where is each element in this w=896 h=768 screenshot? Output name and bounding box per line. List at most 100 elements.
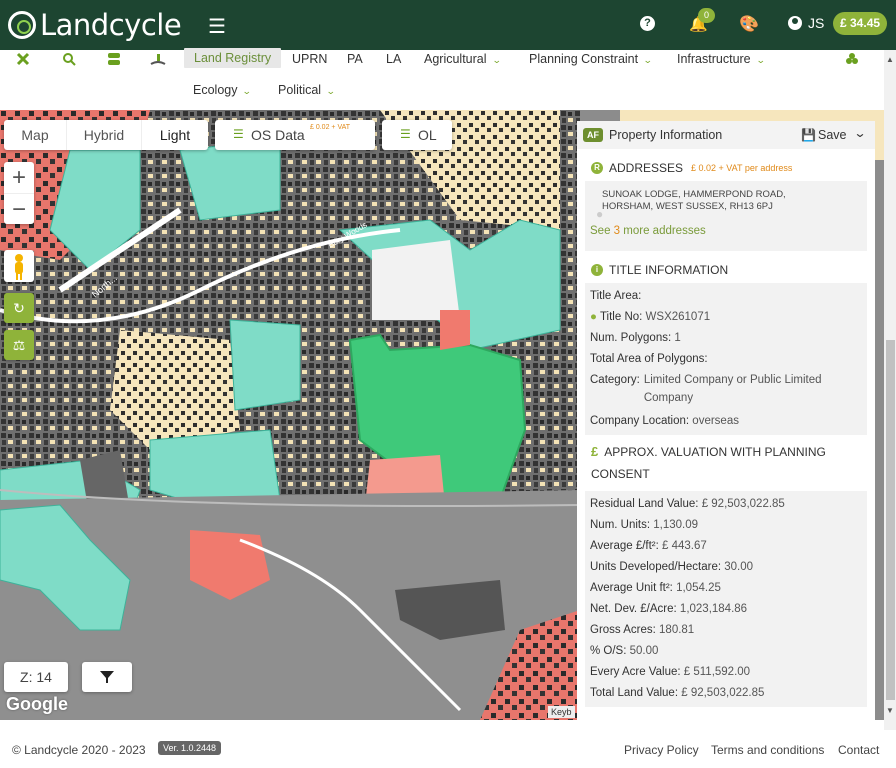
map-type-light[interactable]: Light (141, 120, 208, 150)
field-label: Category: (590, 374, 640, 386)
ol-button[interactable]: ☰ OL (382, 120, 452, 150)
nav-agricultural[interactable]: Agricultural ⌄ (424, 52, 502, 66)
polygons-value: 1 (674, 332, 681, 344)
field-value: £ 92,503,022.85 (701, 498, 785, 510)
contact-link[interactable]: Contact (838, 743, 879, 757)
valuation-heading: £ APPROX. VALUATION WITH PLANNING CONSENT (585, 437, 867, 491)
scrollbar-thumb[interactable] (886, 340, 895, 700)
scroll-down-icon[interactable]: ▼ (886, 706, 894, 715)
map-type-hybrid[interactable]: Hybrid (66, 120, 141, 150)
tools-icon[interactable] (16, 52, 30, 66)
section-title: ADDRESSES (609, 161, 684, 175)
address-icon: R (591, 162, 603, 174)
top-bar: Landcycle ☰ ? 🔔 0 🎨 JS £ 34.45 (0, 0, 896, 50)
valuation-row: Every Acre Value: £ 511,592.00 (585, 662, 867, 683)
nav-ecology[interactable]: Ecology ⌄ (193, 83, 253, 97)
os-data-button[interactable]: ☰ OS Data £ 0.02 + VAT (215, 120, 375, 150)
keyboard-shortcuts[interactable]: Keyb (548, 706, 575, 718)
tree-icon[interactable] (845, 52, 859, 66)
scroll-up-icon[interactable]: ▲ (886, 55, 894, 64)
logo[interactable]: Landcycle (8, 8, 182, 42)
filter-icon[interactable] (82, 662, 132, 692)
help-icon[interactable]: ? (640, 16, 655, 31)
nav-label: LA (386, 52, 402, 66)
nav-label: Infrastructure (677, 52, 751, 66)
search-icon[interactable] (62, 52, 76, 66)
field-label: Average £/ft²: (590, 540, 659, 552)
chevron-down-icon: ⌄ (755, 55, 766, 65)
title-info-block: Title Area: ● Title No: WSX261071 Num. P… (585, 283, 867, 435)
addresses-heading: R ADDRESSES £ 0.02 + VAT per address (585, 151, 867, 181)
terms-link[interactable]: Terms and conditions (711, 743, 824, 757)
app-name: Landcycle (40, 8, 182, 42)
user-initials: JS (808, 15, 825, 31)
category-value: Limited Company or Public Limited Compan… (643, 374, 822, 404)
map-type-map[interactable]: Map (4, 120, 66, 150)
location-value: overseas (692, 415, 739, 427)
valuation-row: % O/S: 50.00 (585, 641, 867, 662)
nav-land-registry[interactable]: Land Registry (184, 48, 282, 68)
map-type-selector: Map Hybrid Light (4, 120, 208, 150)
valuation-row: Num. Units: 1,130.09 (585, 515, 867, 536)
palette-icon[interactable]: 🎨 (739, 14, 759, 34)
field-value: 1,054.25 (676, 582, 721, 594)
nav-label: Planning Constraint (529, 52, 639, 66)
field-value: £ 443.67 (662, 540, 707, 552)
chevron-down-icon: ⌄ (491, 55, 502, 65)
chevron-down-icon: ⌄ (642, 55, 653, 65)
field-value: 180.81 (659, 624, 695, 636)
zoom-level: Z: 14 (4, 662, 68, 692)
credit-balance[interactable]: £ 34.45 (833, 12, 888, 35)
location-pin-icon: ● (596, 207, 604, 221)
more-addresses-link[interactable]: See 3 more addresses (590, 225, 862, 237)
title-info-heading: i TITLE INFORMATION (585, 253, 867, 283)
field-value: 1,023,184.86 (679, 603, 748, 615)
street-view-pegman-icon[interactable] (4, 250, 34, 282)
chevron-down-icon: ⌄ (242, 86, 253, 96)
nav-political[interactable]: Political ⌄ (278, 83, 336, 97)
panel-badge: AF (583, 128, 603, 142)
version-badge: Ver. 1.0.2448 (158, 741, 222, 755)
field-label: Total Area of Polygons: (590, 353, 708, 365)
field-label: Every Acre Value: (590, 666, 681, 678)
valuation-row: Residual Land Value: £ 92,503,022.85 (585, 494, 867, 515)
os-data-label: OS Data (251, 127, 305, 143)
nav-infrastructure[interactable]: Infrastructure ⌄ (677, 52, 766, 66)
nav-label: Agricultural (424, 52, 487, 66)
nav-label: Political (278, 83, 322, 97)
more-suffix: more addresses (620, 225, 706, 237)
field-label: Title Area: (590, 290, 642, 302)
pin-icon: ● (590, 311, 597, 323)
property-panel: AF Property Information 💾 Save ⌄ R ADDRE… (577, 121, 875, 730)
nav-label: PA (347, 52, 363, 66)
section-title: CONSENT (591, 467, 650, 481)
refresh-icon[interactable]: ↻ (4, 293, 34, 323)
field-label: Num. Polygons: (590, 332, 672, 344)
measure-icon[interactable]: ⚖ (4, 330, 34, 360)
user-menu[interactable]: JS (788, 15, 824, 31)
field-label: Residual Land Value: (590, 498, 699, 510)
nav-uprn[interactable]: UPRN (292, 52, 327, 66)
panel-header: AF Property Information 💾 Save ⌄ (577, 121, 875, 149)
nav-planning-constraint[interactable]: Planning Constraint ⌄ (529, 52, 653, 66)
hamburger-menu-icon[interactable]: ☰ (208, 14, 226, 39)
save-button[interactable]: Save (818, 128, 847, 142)
nav-label: UPRN (292, 52, 328, 66)
footer: © Landcycle 2020 - 2023 Ver. 1.0.2448 Pr… (0, 730, 896, 768)
nav-pa[interactable]: PA (347, 52, 363, 66)
location-row: Company Location: overseas (585, 411, 867, 432)
field-value: £ 511,592.00 (683, 666, 751, 678)
nav-la[interactable]: LA (386, 52, 401, 66)
zoom-out-button[interactable]: − (4, 193, 34, 224)
valuation-row: Gross Acres: 180.81 (585, 620, 867, 641)
layers-icon[interactable] (107, 52, 121, 66)
zoom-in-button[interactable]: + (4, 162, 34, 193)
chevron-down-icon[interactable]: ⌄ (853, 126, 866, 140)
field-label: Company Location: (590, 415, 690, 427)
title-no-row: ● Title No: WSX261071 (585, 307, 867, 328)
privacy-policy-link[interactable]: Privacy Policy (624, 743, 699, 757)
valuation-row: Net. Dev. £/Acre: 1,023,184.86 (585, 599, 867, 620)
address-block: ● SUNOAK LODGE, HAMMERPOND ROAD, HORSHAM… (585, 181, 867, 251)
land-icon[interactable] (150, 52, 166, 66)
os-data-price: £ 0.02 + VAT (310, 124, 351, 131)
